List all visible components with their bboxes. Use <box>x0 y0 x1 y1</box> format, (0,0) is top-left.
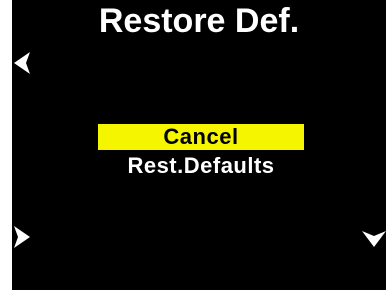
chevron-left-icon[interactable] <box>12 52 32 74</box>
chevron-down-icon[interactable] <box>362 229 386 249</box>
menu-item-rest-defaults[interactable]: Rest.Defaults <box>98 153 304 179</box>
chevron-right-icon[interactable] <box>12 226 32 248</box>
menu-item-cancel[interactable]: Cancel <box>98 124 304 150</box>
device-screen: Restore Def. Cancel Rest.Defaults <box>12 0 386 290</box>
screen-title: Restore Def. <box>98 2 300 40</box>
